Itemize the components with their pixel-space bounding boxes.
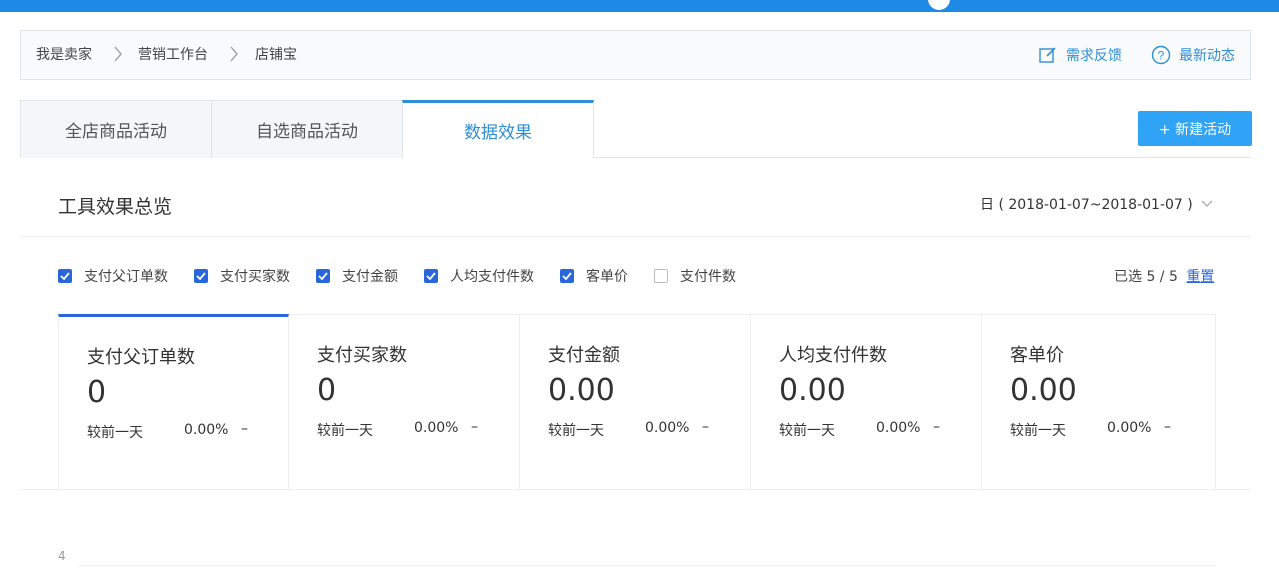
- new-activity-button[interactable]: + 新建活动: [1138, 111, 1252, 146]
- svg-text:?: ?: [1158, 49, 1165, 63]
- section-title: 工具效果总览: [58, 196, 173, 218]
- breadcrumb-item-marketing[interactable]: 营销工作台: [138, 46, 208, 64]
- feedback-label: 需求反馈: [1066, 48, 1122, 64]
- metric-name: 支付金额: [548, 345, 620, 366]
- filter-items-paid[interactable]: 支付件数: [654, 266, 736, 286]
- metric-change: 0.00%: [1107, 420, 1152, 436]
- tab-selected-products[interactable]: 自选商品活动: [211, 100, 403, 158]
- metric-change: 0.00%: [184, 422, 229, 438]
- chart-y-tick: 4: [58, 549, 66, 563]
- chevron-right-icon: [229, 45, 239, 63]
- filter-label: 支付金额: [342, 269, 398, 285]
- edit-icon: [1039, 47, 1056, 63]
- metric-card-parent-orders[interactable]: 支付父订单数 0 较前一天 0.00% –: [58, 314, 289, 491]
- filter-label: 支付买家数: [220, 269, 290, 285]
- chevron-down-icon: [1201, 200, 1213, 207]
- filter-label: 支付件数: [680, 269, 736, 285]
- chart-grid-line: [78, 565, 1216, 566]
- tab-data-effect[interactable]: 数据效果: [402, 100, 594, 158]
- updates-link[interactable]: ? 最新动态: [1151, 43, 1235, 67]
- filter-label: 支付父订单数: [84, 269, 168, 285]
- metric-card-unit-price[interactable]: 客单价 0.00 较前一天 0.00% –: [982, 315, 1216, 491]
- filter-buyers[interactable]: 支付买家数: [194, 266, 290, 286]
- reset-link[interactable]: 重置: [1186, 269, 1214, 285]
- divider: [20, 236, 1251, 237]
- metric-value: 0.00: [779, 373, 846, 408]
- filter-label: 客单价: [586, 269, 628, 285]
- metric-compare-label: 较前一天: [317, 423, 373, 439]
- filter-items-per-buyer[interactable]: 人均支付件数: [424, 266, 534, 286]
- metric-compare-label: 较前一天: [87, 425, 143, 441]
- filter-amount[interactable]: 支付金额: [316, 266, 398, 286]
- metric-card-amount[interactable]: 支付金额 0.00 较前一天 0.00% –: [520, 315, 751, 491]
- breadcrumb: 我是卖家 营销工作台 店铺宝 需求反馈 ? 最新动态: [20, 30, 1251, 80]
- metric-trend: –: [471, 419, 478, 435]
- checkbox-checked-icon[interactable]: [58, 269, 72, 283]
- feedback-link[interactable]: 需求反馈: [1038, 43, 1122, 67]
- breadcrumb-item-shop-treasure: 店铺宝: [255, 47, 297, 63]
- updates-label: 最新动态: [1179, 48, 1235, 64]
- selected-count: 已选 5 / 5 重置: [1114, 266, 1214, 286]
- metric-card-items-per-buyer[interactable]: 人均支付件数 0.00 较前一天 0.00% –: [751, 315, 982, 491]
- metric-name: 支付父订单数: [87, 347, 195, 368]
- metric-trend: –: [933, 419, 940, 435]
- metric-cards: 支付父订单数 0 较前一天 0.00% – 支付买家数 0 较前一天 0.00%…: [58, 314, 1216, 491]
- metric-filters: 支付父订单数 支付买家数 支付金额 人均支付件数 客单价 支付件数: [58, 266, 762, 286]
- filter-unit-price[interactable]: 客单价: [560, 266, 628, 286]
- checkbox-checked-icon[interactable]: [194, 269, 208, 283]
- metric-name: 人均支付件数: [779, 345, 887, 366]
- filter-parent-orders[interactable]: 支付父订单数: [58, 266, 168, 286]
- metric-change: 0.00%: [876, 420, 921, 436]
- metric-compare-label: 较前一天: [779, 423, 835, 439]
- divider: [20, 489, 1251, 490]
- date-range-label: 日 ( 2018-01-07~2018-01-07 ): [980, 197, 1193, 213]
- selected-count-text: 已选 5 / 5: [1114, 269, 1178, 285]
- metric-value: 0: [87, 375, 107, 410]
- tab-all-products[interactable]: 全店商品活动: [20, 100, 212, 158]
- metric-name: 客单价: [1010, 345, 1064, 366]
- help-circle-icon: ?: [1151, 45, 1171, 65]
- date-range-selector[interactable]: 日 ( 2018-01-07~2018-01-07 ): [980, 194, 1213, 214]
- metric-trend: –: [702, 419, 709, 435]
- checkbox-checked-icon[interactable]: [560, 269, 574, 283]
- chevron-right-icon: [113, 45, 123, 63]
- avatar[interactable]: [928, 0, 950, 10]
- metric-name: 支付买家数: [317, 345, 407, 366]
- filter-label: 人均支付件数: [450, 269, 534, 285]
- metric-compare-label: 较前一天: [1010, 423, 1066, 439]
- metric-value: 0.00: [548, 373, 615, 408]
- checkbox-checked-icon[interactable]: [316, 269, 330, 283]
- metric-change: 0.00%: [414, 420, 459, 436]
- metric-change: 0.00%: [645, 420, 690, 436]
- top-bar: [0, 0, 1279, 12]
- metric-trend: –: [241, 421, 248, 437]
- checkbox-checked-icon[interactable]: [424, 269, 438, 283]
- metric-compare-label: 较前一天: [548, 423, 604, 439]
- metric-trend: –: [1164, 419, 1171, 435]
- breadcrumb-item-seller[interactable]: 我是卖家: [36, 46, 92, 64]
- metric-card-buyers[interactable]: 支付买家数 0 较前一天 0.00% –: [289, 315, 520, 491]
- metric-value: 0.00: [1010, 373, 1077, 408]
- metric-value: 0: [317, 373, 337, 408]
- checkbox-unchecked-icon[interactable]: [654, 269, 668, 283]
